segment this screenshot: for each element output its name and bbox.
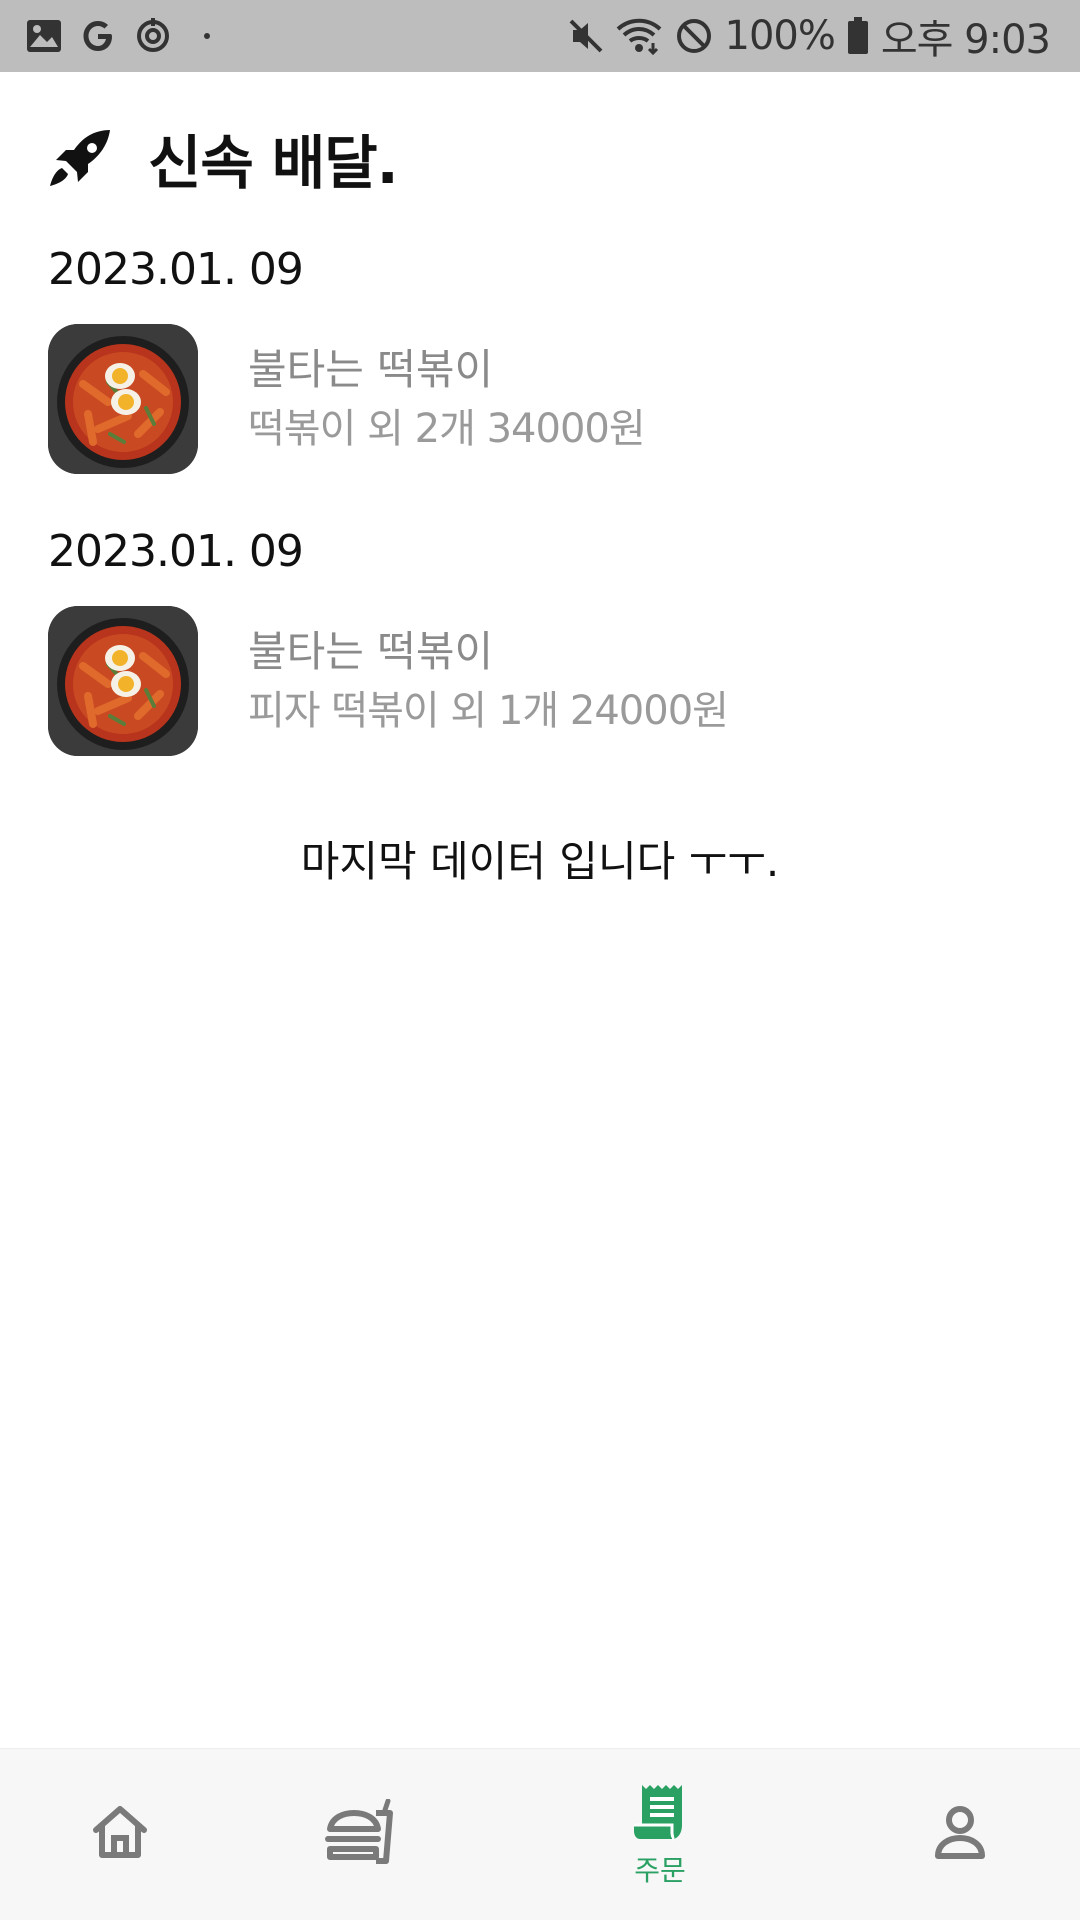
sync-icon (137, 18, 169, 52)
battery-icon (847, 17, 868, 54)
shop-name: 불타는 떡볶이 (248, 345, 494, 394)
bottom-nav: 주문 (0, 1748, 1080, 1920)
nav-orders-label: 주문 (634, 1854, 686, 1887)
notification-dot (204, 33, 210, 39)
receipt-icon (634, 1785, 682, 1841)
status-bar: 100% 오후 9:03 (0, 0, 1080, 72)
nav-food[interactable] (310, 1749, 410, 1920)
screen: 100% 오후 9:03 신속 배달. 2023.01. 09 불타는 떡볶이 … (0, 0, 1080, 1920)
food-icon (325, 1799, 393, 1864)
clock: 오후 9:03 (880, 17, 1051, 63)
gallery-icon (27, 20, 61, 52)
order-date: 2023.01. 09 (48, 526, 304, 577)
wifi-icon (616, 18, 661, 55)
order-date: 2023.01. 09 (48, 244, 304, 295)
nav-orders[interactable]: 주문 (610, 1749, 710, 1920)
food-thumbnail (48, 324, 198, 474)
rocket-icon (50, 130, 110, 186)
page-title: 신속 배달. (148, 129, 399, 197)
order-summary: 떡볶이 외 2개 34000원 (248, 406, 646, 452)
google-icon (83, 21, 112, 51)
order-item[interactable]: 불타는 떡볶이 피자 떡볶이 외 1개 24000원 (48, 606, 729, 756)
nav-home[interactable] (70, 1749, 170, 1920)
order-group: 2023.01. 09 (48, 522, 1038, 804)
order-list: 2023.01. 09 불타는 떡볶이 떡볶이 외 2개 34000원 2023… (48, 240, 1038, 804)
home-icon (93, 1806, 147, 1858)
shop-name: 불타는 떡볶이 (248, 627, 494, 676)
order-text: 불타는 떡볶이 피자 떡볶이 외 1개 24000원 (248, 622, 729, 740)
order-text: 불타는 떡볶이 떡볶이 외 2개 34000원 (248, 340, 646, 458)
battery-percent: 100% (724, 13, 836, 59)
food-thumbnail (48, 606, 198, 756)
no-disturb-icon (676, 19, 711, 53)
mute-icon (569, 19, 602, 53)
status-bar-left (26, 17, 228, 55)
nav-profile[interactable] (910, 1749, 1010, 1920)
order-summary: 피자 떡볶이 외 1개 24000원 (248, 688, 729, 734)
app-header: 신속 배달. (48, 118, 399, 198)
order-item[interactable]: 불타는 떡볶이 떡볶이 외 2개 34000원 (48, 324, 646, 474)
status-bar-right: 100% 오후 9:03 (557, 7, 1051, 65)
end-of-list-message: 마지막 데이터 입니다 ㅜㅜ. (300, 837, 780, 886)
order-group: 2023.01. 09 (48, 240, 1038, 522)
profile-icon (935, 1806, 985, 1859)
